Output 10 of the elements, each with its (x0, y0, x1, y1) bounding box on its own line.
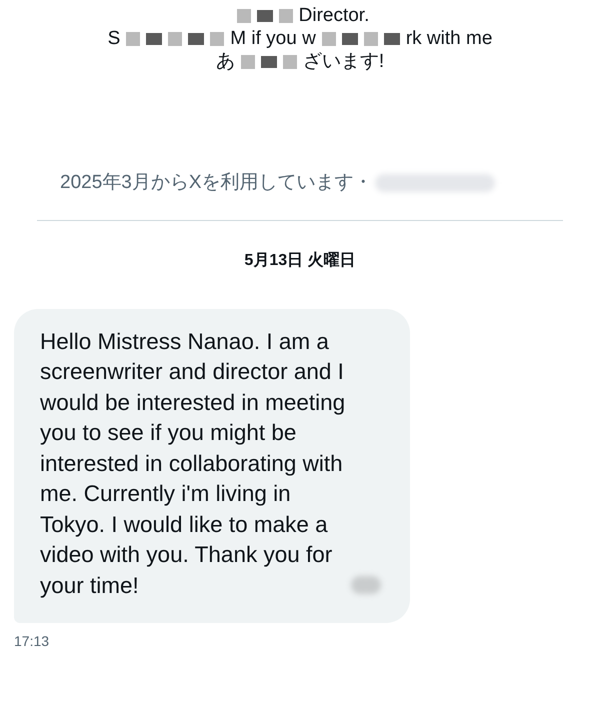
bio-text: Director. (298, 4, 370, 27)
bio-text: M if you w (230, 27, 316, 50)
joined-date-text: 2025年3月からXを利用しています・ (60, 171, 373, 195)
message-text: Hello Mistress Nanao. I am a screenwriter and director and I would be interested in meeting you to see if you might be interested in collaborating with me. Currently i'm living in Tokyo. I would like to make a video with you. Thank you for your time! (40, 328, 346, 598)
bio-text: rk with me (406, 27, 492, 50)
bio-text: ざいます! (302, 50, 384, 73)
bio-text: S (108, 27, 120, 50)
bio-text: あ (216, 50, 235, 73)
message-time: 17:13 (14, 632, 50, 651)
date-separator: 5月13日 火曜日 (244, 250, 356, 270)
